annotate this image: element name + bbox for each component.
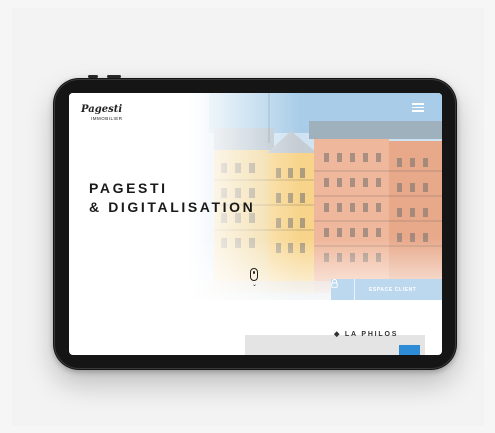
hamburger-menu-icon[interactable] bbox=[412, 103, 424, 112]
client-space-label: ESPACE CLIENT bbox=[369, 286, 417, 293]
site-logo[interactable]: Pagesti IMMOBILIER bbox=[81, 104, 123, 122]
logo-subtitle: IMMOBILIER bbox=[91, 116, 123, 121]
lower-section-title: ◆ LA PHILOS bbox=[334, 331, 399, 338]
mouse-scroll-icon[interactable] bbox=[250, 268, 258, 281]
headline-line-2: & DIGITALISATION bbox=[89, 199, 256, 215]
lock-icon bbox=[331, 279, 355, 300]
lower-section-card bbox=[245, 335, 425, 355]
hero-headline: PAGESTI & DIGITALISATION bbox=[89, 179, 255, 217]
client-space-button[interactable]: ESPACE CLIENT bbox=[331, 279, 442, 300]
headline-line-1: PAGESTI bbox=[89, 180, 168, 196]
hero-section: Pagesti IMMOBILIER PAGESTI & DIGITALISAT… bbox=[69, 93, 442, 300]
chevron-down-icon: ⌄ bbox=[252, 282, 258, 288]
logo-script: Pagesti bbox=[81, 104, 123, 115]
lower-accent-bar bbox=[399, 345, 420, 355]
tablet-screen: Pagesti IMMOBILIER PAGESTI & DIGITALISAT… bbox=[69, 93, 442, 355]
